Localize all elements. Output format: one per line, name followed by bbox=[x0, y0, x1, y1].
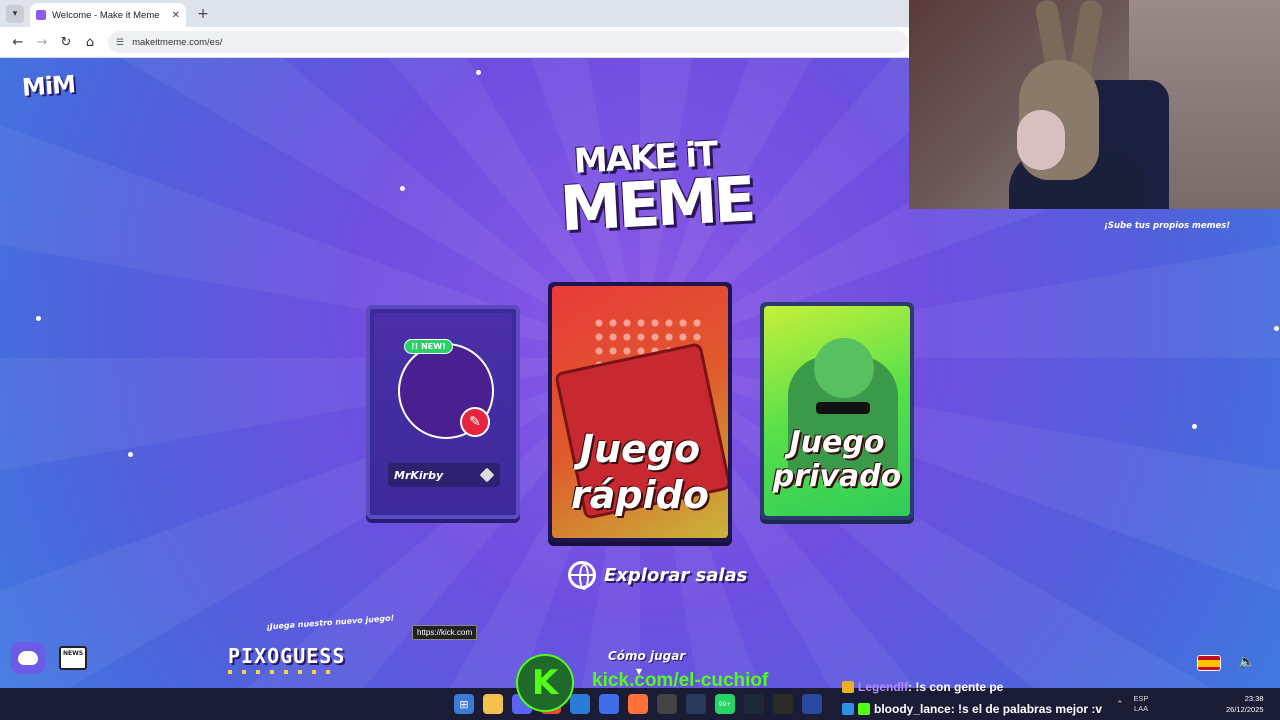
favicon-icon bbox=[36, 10, 46, 20]
new-tab-button[interactable]: + bbox=[194, 5, 212, 23]
app-icon[interactable] bbox=[686, 694, 706, 714]
reload-button[interactable]: ↻ bbox=[54, 30, 78, 54]
clock[interactable]: 23:38 26/12/2025 bbox=[1226, 693, 1264, 715]
confetti-dot bbox=[1274, 326, 1279, 331]
private-game-label-2: privado bbox=[772, 459, 902, 494]
language-indicator[interactable]: ESP LAA bbox=[1134, 694, 1149, 714]
time-text: 23:38 bbox=[1244, 694, 1264, 703]
sunglasses-art bbox=[816, 402, 870, 414]
news-button[interactable]: NEWS bbox=[56, 642, 90, 674]
url-input[interactable]: ☰ makeitmeme.com/es/ bbox=[108, 31, 908, 53]
cat-illustration-2 bbox=[814, 338, 874, 398]
taskbar-apps: ⊞ 99+ bbox=[454, 694, 822, 714]
confetti-dot bbox=[36, 316, 41, 321]
obs-icon[interactable] bbox=[657, 694, 677, 714]
private-game-label-1: Juego bbox=[789, 425, 885, 460]
flag-stripe bbox=[1198, 659, 1220, 667]
sound-button[interactable]: 🔈 bbox=[1238, 654, 1260, 672]
dice-icon[interactable] bbox=[479, 467, 495, 483]
chevron-up-icon[interactable]: ⌃ bbox=[1116, 699, 1124, 710]
profile-card: !! NEW! ✎ MrKirby bbox=[366, 305, 520, 519]
reload-icon: ↻ bbox=[60, 34, 72, 50]
browser-tab[interactable]: Welcome - Make it Meme ✕ bbox=[30, 3, 186, 27]
title-line-2: MEME bbox=[558, 162, 754, 246]
system-tray: ⌃ ESP LAA bbox=[1116, 694, 1149, 714]
newspaper-icon: NEWS bbox=[59, 646, 87, 670]
chat-badge-icon bbox=[858, 703, 870, 715]
site-info-icon[interactable]: ☰ bbox=[116, 37, 124, 48]
tab-search-button[interactable]: ▾ bbox=[6, 5, 24, 23]
file-explorer-icon[interactable] bbox=[483, 694, 503, 714]
chat-badge-icon bbox=[842, 681, 854, 693]
address-bar: ← → ↻ ⌂ ☰ makeitmeme.com/es/ bbox=[0, 27, 910, 58]
app-icon[interactable] bbox=[599, 694, 619, 714]
firefox-icon[interactable] bbox=[628, 694, 648, 714]
confetti-dot bbox=[128, 452, 133, 457]
private-game-art: Juego privado bbox=[764, 306, 910, 516]
make-it-meme-logo: MAKE iT MEME bbox=[558, 134, 754, 245]
edit-avatar-button[interactable]: ✎ bbox=[460, 407, 490, 437]
chat-message: Legendlf : !s con gente pe bbox=[842, 680, 1003, 694]
pencil-icon: ✎ bbox=[469, 414, 481, 430]
arrow-right-icon: → bbox=[36, 34, 48, 50]
quick-game-art: Juego rápido bbox=[552, 286, 728, 538]
chat-badge-icon bbox=[842, 703, 854, 715]
private-game-button[interactable]: Juego privado bbox=[760, 302, 914, 520]
back-button[interactable]: ← bbox=[6, 30, 30, 54]
speaker-icon: 🔈 bbox=[1238, 654, 1256, 670]
language-line-1: ESP bbox=[1133, 694, 1149, 703]
chat-text: : !s el de palabras mejor :v bbox=[950, 702, 1103, 716]
close-icon[interactable]: ✕ bbox=[172, 10, 180, 21]
webcam-muzzle bbox=[1017, 110, 1065, 170]
confetti-dot bbox=[400, 186, 405, 191]
username-text: MrKirby bbox=[394, 468, 444, 482]
username-field[interactable]: MrKirby bbox=[388, 463, 500, 487]
quick-game-label-2: rápido bbox=[571, 473, 709, 517]
explore-rooms-label: Explorar salas bbox=[604, 564, 748, 586]
date-text: 26/12/2025 bbox=[1226, 705, 1264, 714]
language-flag-button[interactable] bbox=[1197, 655, 1221, 671]
mim-logo[interactable]: MiM bbox=[21, 70, 76, 102]
new-badge: !! NEW! bbox=[404, 339, 453, 354]
upload-memes-link[interactable]: ¡Sube tus propios memes! bbox=[1104, 221, 1230, 231]
kick-url: kick.com/el-cuchiof bbox=[592, 670, 769, 691]
how-to-play-button[interactable]: Cómo jugar bbox=[608, 649, 685, 663]
quick-game-label-1: Juego bbox=[579, 427, 701, 471]
tab-title: Welcome - Make it Meme bbox=[52, 9, 160, 21]
quick-game-button[interactable]: Juego rápido bbox=[548, 282, 732, 542]
chat-username: bloody_lance bbox=[874, 702, 951, 716]
app-icon[interactable] bbox=[802, 694, 822, 714]
whatsapp-icon[interactable]: 99+ bbox=[715, 694, 735, 714]
url-text: makeitmeme.com/es/ bbox=[132, 36, 223, 48]
flag-stripe bbox=[1198, 666, 1220, 670]
home-icon: ⌂ bbox=[85, 34, 95, 50]
kick-logo: K bbox=[516, 654, 574, 712]
discord-button[interactable] bbox=[11, 642, 45, 674]
webcam-overlay bbox=[909, 0, 1280, 209]
forward-button[interactable]: → bbox=[30, 30, 54, 54]
terminal-icon[interactable] bbox=[773, 694, 793, 714]
confetti-dot bbox=[1192, 424, 1197, 429]
arrow-left-icon: ← bbox=[12, 34, 24, 50]
steam-icon[interactable] bbox=[744, 694, 764, 714]
chat-message: bloody_lance : !s el de palabras mejor :… bbox=[842, 702, 1102, 716]
vscode-icon[interactable] bbox=[570, 694, 590, 714]
pixoguess-decoration bbox=[228, 670, 340, 674]
chevron-down-icon: ▾ bbox=[12, 9, 18, 19]
link-tooltip: https://kick.com bbox=[412, 625, 478, 640]
discord-icon bbox=[18, 651, 38, 665]
confetti-dot bbox=[476, 70, 481, 75]
globe-icon bbox=[568, 561, 596, 590]
language-line-2: LAA bbox=[1133, 704, 1149, 713]
chat-username: Legendlf bbox=[858, 680, 908, 694]
chat-text: : !s con gente pe bbox=[908, 680, 1004, 694]
pixoguess-link[interactable]: PIXOGUESS bbox=[228, 644, 345, 668]
home-button[interactable]: ⌂ bbox=[78, 30, 102, 54]
explore-rooms-button[interactable]: Explorar salas bbox=[568, 561, 748, 590]
tab-bar: ▾ Welcome - Make it Meme ✕ + bbox=[0, 0, 910, 27]
profile-card-inner: !! NEW! ✎ MrKirby bbox=[374, 313, 512, 511]
windows-start-icon[interactable]: ⊞ bbox=[454, 694, 474, 714]
